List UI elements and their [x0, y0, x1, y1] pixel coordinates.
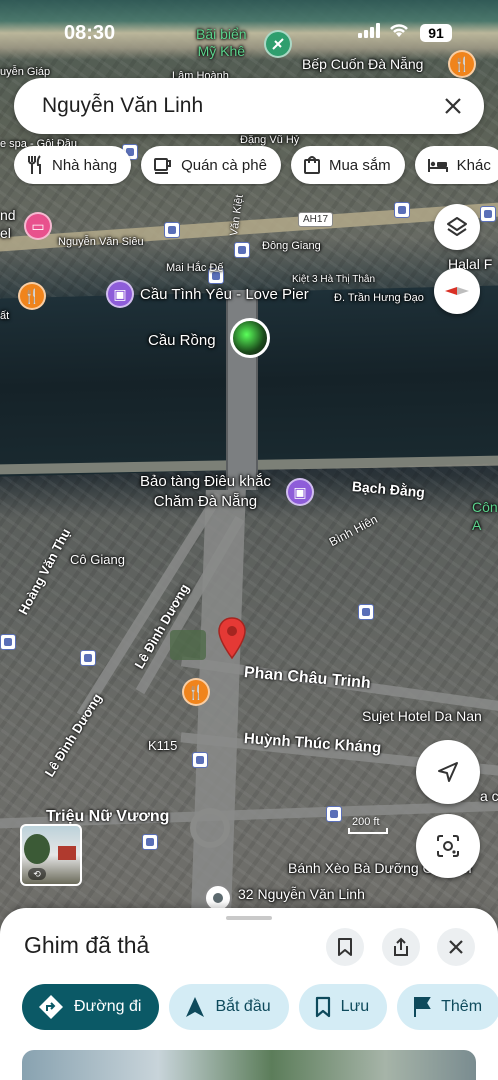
- coffee-icon: [154, 158, 172, 174]
- save-bookmark-button[interactable]: [326, 928, 364, 966]
- search-query[interactable]: Nguyễn Văn Linh: [42, 94, 438, 118]
- chip-label: Mua sắm: [328, 156, 391, 174]
- location-arrow-icon: [438, 762, 458, 782]
- chip-label: Khác: [456, 156, 491, 174]
- chip-shopping[interactable]: Mua sắm: [290, 146, 405, 184]
- action-label: Bắt đầu: [215, 998, 271, 1015]
- road-label: Đ. Trần Hưng Đạo: [334, 292, 424, 304]
- search-bar[interactable]: Nguyễn Văn Linh: [14, 78, 484, 134]
- action-label: Lưu: [340, 998, 370, 1015]
- building: [58, 846, 76, 860]
- poi-label[interactable]: Sujet Hotel Da Nan: [362, 708, 482, 724]
- bus-stop-icon[interactable]: [394, 202, 410, 218]
- route-badge: AH17: [298, 212, 334, 227]
- poi-label[interactable]: a ca: [480, 788, 498, 804]
- shopping-bag-icon: [303, 156, 320, 174]
- place-sheet[interactable]: Ghim đã thả Đường đi Bắt đầu Lưu Thêm: [0, 908, 498, 1080]
- status-icons: [358, 22, 410, 38]
- roundabout: [190, 808, 230, 848]
- bus-stop-icon[interactable]: [142, 834, 158, 850]
- chip-hotels[interactable]: Khác: [414, 146, 498, 184]
- wifi-icon: [390, 24, 408, 37]
- poi-label[interactable]: nd el: [0, 206, 16, 242]
- road-label: uyễn Giáp: [0, 66, 51, 78]
- start-button[interactable]: Bắt đầu: [169, 984, 289, 1030]
- bus-stop-icon[interactable]: [480, 206, 496, 222]
- bed-icon: [427, 159, 448, 172]
- poi-label[interactable]: Cầu Tình Yêu - Love Pier: [140, 286, 309, 303]
- status-bar: 08:30 91: [0, 0, 498, 58]
- drag-handle[interactable]: [226, 916, 272, 920]
- place-label: Đông Giang: [262, 240, 321, 252]
- address-label[interactable]: 32 Nguyễn Văn Linh: [238, 886, 365, 902]
- hotel-pin-icon[interactable]: ▭: [24, 212, 52, 240]
- dragon-bridge-photo-pin[interactable]: [230, 318, 270, 358]
- utensils-icon: [28, 155, 41, 174]
- poi-label[interactable]: Bảo tàng Điêu khắc Chăm Đà Nẵng: [140, 472, 271, 512]
- museum-pin-icon[interactable]: ▣: [286, 478, 314, 506]
- close-icon[interactable]: [438, 91, 468, 121]
- action-label: Thêm: [441, 998, 483, 1015]
- road-label: Cô Giang: [70, 552, 125, 567]
- cell-signal-icon: [358, 22, 380, 38]
- close-sheet-button[interactable]: [437, 928, 475, 966]
- scale-label: 200 ft: [352, 816, 380, 828]
- close-icon: [449, 940, 463, 954]
- bus-stop-icon[interactable]: [192, 752, 208, 768]
- flag-icon: [414, 997, 431, 1017]
- clock: 08:30: [64, 22, 116, 44]
- layers-button[interactable]: [434, 204, 480, 250]
- bus-stop-icon[interactable]: [358, 604, 374, 620]
- dropped-pin-icon[interactable]: [216, 616, 248, 660]
- chip-restaurants[interactable]: Nhà hàng: [14, 146, 132, 184]
- bus-stop-icon[interactable]: [164, 222, 180, 238]
- camera-lens-icon: [437, 835, 459, 857]
- bookmark-icon: [338, 938, 352, 956]
- layers-icon: [447, 217, 467, 236]
- bookmark-icon: [315, 996, 330, 1018]
- my-location-button[interactable]: [416, 740, 480, 804]
- street-view-thumbnail[interactable]: ⟲: [20, 824, 82, 886]
- action-buttons: Đường đi Bắt đầu Lưu Thêm: [22, 984, 498, 1030]
- bus-stop-icon[interactable]: [80, 650, 96, 666]
- share-icon: [394, 937, 408, 956]
- compass-icon: [445, 287, 469, 295]
- navigation-arrow-icon: [186, 997, 205, 1017]
- road-label: Mai Hắc Đế: [166, 262, 224, 274]
- scale-bar: [348, 828, 388, 834]
- poi-label[interactable]: Bếp Cuốn Đà Nẵng: [302, 56, 423, 72]
- restaurant-pin-icon[interactable]: 🍴: [182, 678, 210, 706]
- road-label: Kiệt 3 Hà Thị Thân: [292, 274, 376, 285]
- tree: [24, 834, 50, 864]
- lens-button[interactable]: [416, 814, 480, 878]
- bus-stop-icon[interactable]: [234, 242, 250, 258]
- directions-button[interactable]: Đường đi: [22, 984, 160, 1030]
- poi-label[interactable]: Côn A: [472, 498, 498, 534]
- road-label: Nguyễn Văn Siêu: [58, 236, 144, 248]
- chip-cafes[interactable]: Quán cà phê: [141, 146, 281, 184]
- poi-label[interactable]: Cầu Rồng: [148, 332, 216, 349]
- share-button[interactable]: [382, 928, 420, 966]
- rotate-360-icon: ⟲: [28, 868, 46, 880]
- road-label: K115: [148, 738, 178, 753]
- save-button[interactable]: Lưu: [298, 984, 388, 1030]
- action-label: Đường đi: [74, 998, 142, 1015]
- chip-label: Quán cà phê: [181, 156, 267, 174]
- place-photo[interactable]: [22, 1050, 476, 1080]
- add-label-button[interactable]: Thêm: [397, 984, 498, 1030]
- directions-icon: [39, 995, 63, 1019]
- restaurant-pin-icon[interactable]: 🍴: [18, 282, 46, 310]
- battery-indicator: 91: [420, 24, 452, 42]
- road-label: Đặng Vũ Hỷ: [240, 134, 300, 146]
- poi-label[interactable]: ất: [0, 310, 9, 322]
- attraction-pin-icon[interactable]: ▣: [106, 280, 134, 308]
- compass-button[interactable]: [434, 268, 480, 314]
- bus-stop-icon[interactable]: [0, 634, 16, 650]
- bus-stop-icon[interactable]: [326, 806, 342, 822]
- chip-label: Nhà hàng: [52, 156, 118, 174]
- category-chips: Nhà hàng Quán cà phê Mua sắm Khác: [14, 146, 498, 186]
- park: [170, 630, 206, 660]
- sheet-title: Ghim đã thả: [24, 932, 150, 958]
